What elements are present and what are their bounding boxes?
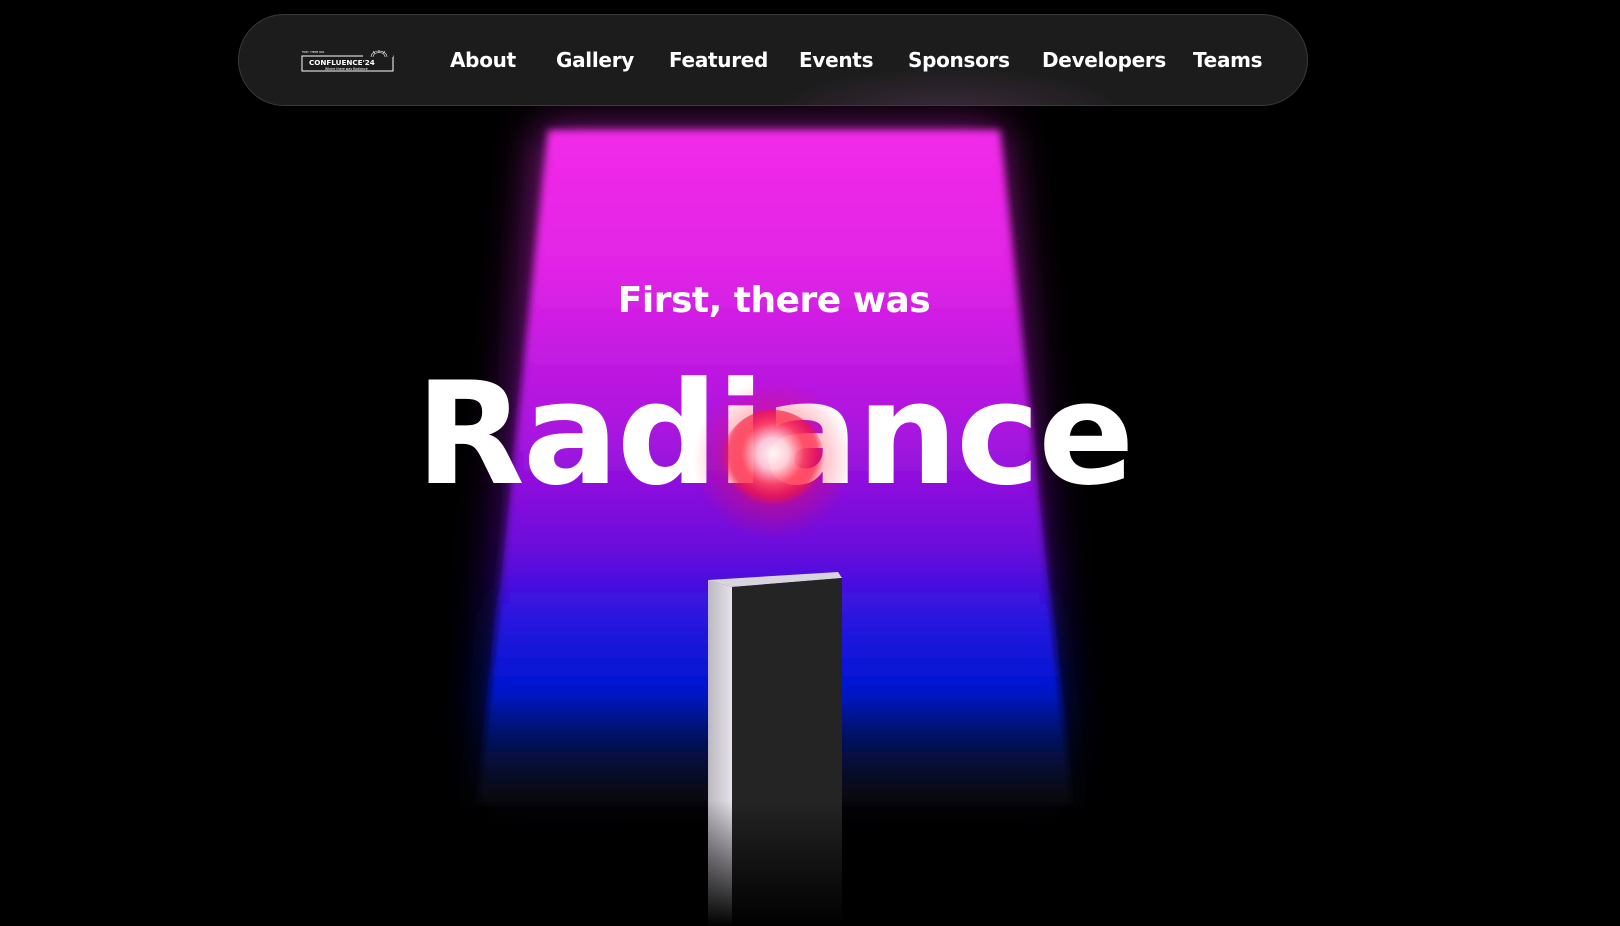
nav-link-gallery[interactable]: Gallery (556, 47, 634, 73)
nav-link-teams[interactable]: Teams (1193, 47, 1263, 73)
nav-links: About Gallery Featured Events Sponsors D… (239, 15, 1307, 105)
nav-link-developers[interactable]: Developers (1042, 47, 1166, 73)
nav-link-featured[interactable]: Featured (669, 47, 768, 73)
monolith (700, 572, 850, 926)
top-navbar: CONFLUENCE'24 Where there was Radiance F… (238, 14, 1308, 106)
hero-heading: Radiance (415, 352, 1135, 517)
hero-pre-heading: First, there was (617, 280, 931, 321)
nav-link-sponsors[interactable]: Sponsors (908, 47, 1010, 73)
hero-page: CONFLUENCE'24 Where there was Radiance F… (0, 0, 1620, 926)
nav-link-events[interactable]: Events (799, 47, 873, 73)
nav-link-about[interactable]: About (450, 47, 516, 73)
